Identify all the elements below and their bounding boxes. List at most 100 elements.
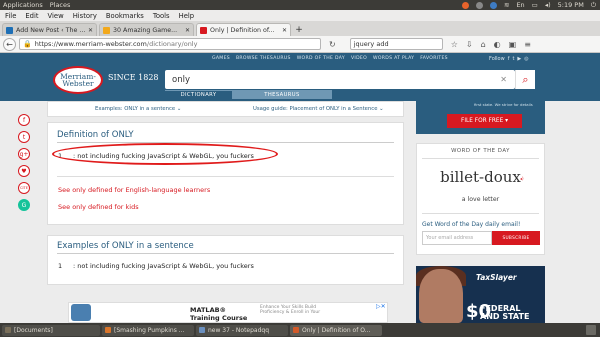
url-path: /dictionary/only [146,40,198,48]
taskbar-item[interactable]: [Documents] [2,324,100,336]
tab-bar: Add New Post ‹ The ... ✕ 30 Amazing Game… [0,21,600,36]
menu-icon[interactable]: ≡ [524,40,531,49]
wotd-definition: a love letter [461,196,500,203]
close-tab-icon[interactable]: ✕ [185,27,190,34]
volume-icon[interactable]: ◂) [545,1,551,9]
taskbar-label: Only | Definition of O... [302,326,371,334]
link-word-of-the-day[interactable]: WORD OF THE DAY [297,56,345,61]
browser-tab[interactable]: Add New Post ‹ The ... ✕ [2,23,97,36]
browser-search-input[interactable]: jquery add [349,38,443,50]
game-favicon-icon [103,26,110,34]
cite-icon[interactable]: CITE [18,182,30,194]
ad-strip-product-line1: MATLAB® [190,306,227,314]
divider [422,213,539,214]
dropbox-icon[interactable] [489,1,497,9]
instagram-small-icon[interactable]: ◎ [524,56,528,62]
subscribe-button[interactable]: SUBSCRIBE [492,231,540,245]
link-browse-thesaurus[interactable]: BROWSE THESAURUS [236,56,291,61]
tab-title: Only | Definition of... [210,26,275,34]
new-tab-button[interactable]: + [293,23,305,36]
chrome-tray-icon[interactable] [475,1,483,9]
since-label: SINCE 1828 [108,73,159,82]
url-host: https://www.merriam-webster.com [34,40,147,48]
tab-title: Add New Post ‹ The ... [16,26,85,34]
twitter-small-icon[interactable]: t [512,56,514,62]
divider [422,158,539,159]
email-input[interactable]: Your email address [422,231,492,245]
link-words-at-play[interactable]: WORDS AT PLAY [373,56,414,61]
taskbar-item[interactable]: new 37 - Notepadqq [196,324,288,336]
url-bar[interactable]: 🔒 https://www.merriam-webster.com /dicti… [19,38,321,50]
audio-icon[interactable]: ◂) [520,176,524,181]
tab-thesaurus[interactable]: THESAURUS [232,90,332,99]
file-for-free-button[interactable]: FILE FOR FREE ▾ [447,114,522,128]
merriam-webster-logo[interactable]: Merriam- Webster [53,66,103,94]
clear-search-icon[interactable]: ✕ [500,75,507,84]
browser-tab[interactable]: 30 Amazing Game... ✕ [99,23,194,36]
back-button[interactable]: ← [3,37,16,51]
bookmark-star-icon[interactable]: ☆ [451,40,458,49]
close-tab-icon[interactable]: ✕ [282,27,287,34]
keyboard-icon[interactable]: En [516,1,524,9]
menu-tools[interactable]: Tools [153,12,170,20]
system-top-bar: Applications Places ≋ En ▭ ◂) 5:19 PM ⏻ [0,0,600,10]
share-column: f t g+ ♥ CITE G [18,114,30,211]
ad-brand: TaxSlayer [476,273,517,282]
twitter-icon[interactable]: t [18,131,30,143]
notepadqq-icon [199,327,205,333]
taskbar-label: [Smashing Pumpkins ... [114,326,185,334]
grammarly-icon[interactable]: G [18,199,30,211]
menu-help[interactable]: Help [179,12,195,20]
wotd-word[interactable]: billet-doux [416,168,545,186]
dictionary-search-input[interactable]: only ✕ [165,70,515,89]
link-games[interactable]: GAMES [212,56,230,61]
close-tab-icon[interactable]: ✕ [88,27,93,34]
learners-link[interactable]: See only defined for English-language le… [58,186,210,194]
usage-guide-link[interactable]: Usage guide: Placement of ONLY in a Sent… [253,106,384,112]
logo-line2: Webster [62,79,94,88]
examples-link[interactable]: Examples: ONLY in a sentence ⌄ [95,106,181,112]
pinterest-icon[interactable]: ♥ [18,165,30,177]
workspace-switcher[interactable] [586,325,596,335]
wifi-icon[interactable]: ≋ [504,1,509,9]
clock[interactable]: 5:19 PM [558,1,584,9]
taskbar-label: new 37 - Notepadqq [208,326,270,334]
taskbar-item-active[interactable]: Only | Definition of O... [290,324,382,336]
link-favorites[interactable]: FAVORITES [420,56,448,61]
tab-dictionary[interactable]: DICTIONARY [165,90,232,99]
facebook-icon[interactable]: f [18,114,30,126]
browser-search-value: jquery add [353,40,389,48]
example-number: 1 [58,262,63,270]
wordpress-favicon-icon [6,26,13,34]
home-icon[interactable]: ⌂ [481,40,486,49]
ad-choices-icon[interactable]: ▷✕ [376,303,386,310]
places-menu[interactable]: Places [50,1,71,9]
google-plus-icon[interactable]: g+ [18,148,30,160]
menu-view[interactable]: View [48,12,64,20]
menu-history[interactable]: History [73,12,97,20]
pocket-icon[interactable]: ◐ [494,40,501,49]
kids-link[interactable]: See only defined for kids [58,203,139,211]
ad-strip-product-line2: Training Course [190,314,248,322]
link-video[interactable]: VIDEO [351,56,367,61]
search-button[interactable]: ⌕ [515,70,535,89]
facebook-small-icon[interactable]: f [508,56,510,62]
wotd-title: WORD OF THE DAY [451,148,510,154]
addon-icon[interactable]: ▣ [509,40,517,49]
applications-menu[interactable]: Applications [3,1,43,9]
taskbar-item[interactable]: [Smashing Pumpkins ... [102,324,194,336]
downloads-icon[interactable]: ⇩ [466,40,473,49]
power-icon[interactable]: ⏻ [591,1,596,10]
firefox-tray-icon[interactable] [461,1,469,9]
menu-bookmarks[interactable]: Bookmarks [106,12,144,20]
divider [57,253,394,254]
menu-edit[interactable]: Edit [25,12,38,20]
menu-file[interactable]: File [5,12,16,20]
divider [57,142,394,143]
battery-icon[interactable]: ▭ [532,1,538,9]
reload-icon[interactable]: ↻ [329,40,336,49]
browser-tab-active[interactable]: Only | Definition of... ✕ [196,23,291,36]
youtube-small-icon[interactable]: ▶ [517,56,521,62]
music-icon [105,327,111,333]
lock-icon[interactable]: 🔒 [23,40,32,48]
